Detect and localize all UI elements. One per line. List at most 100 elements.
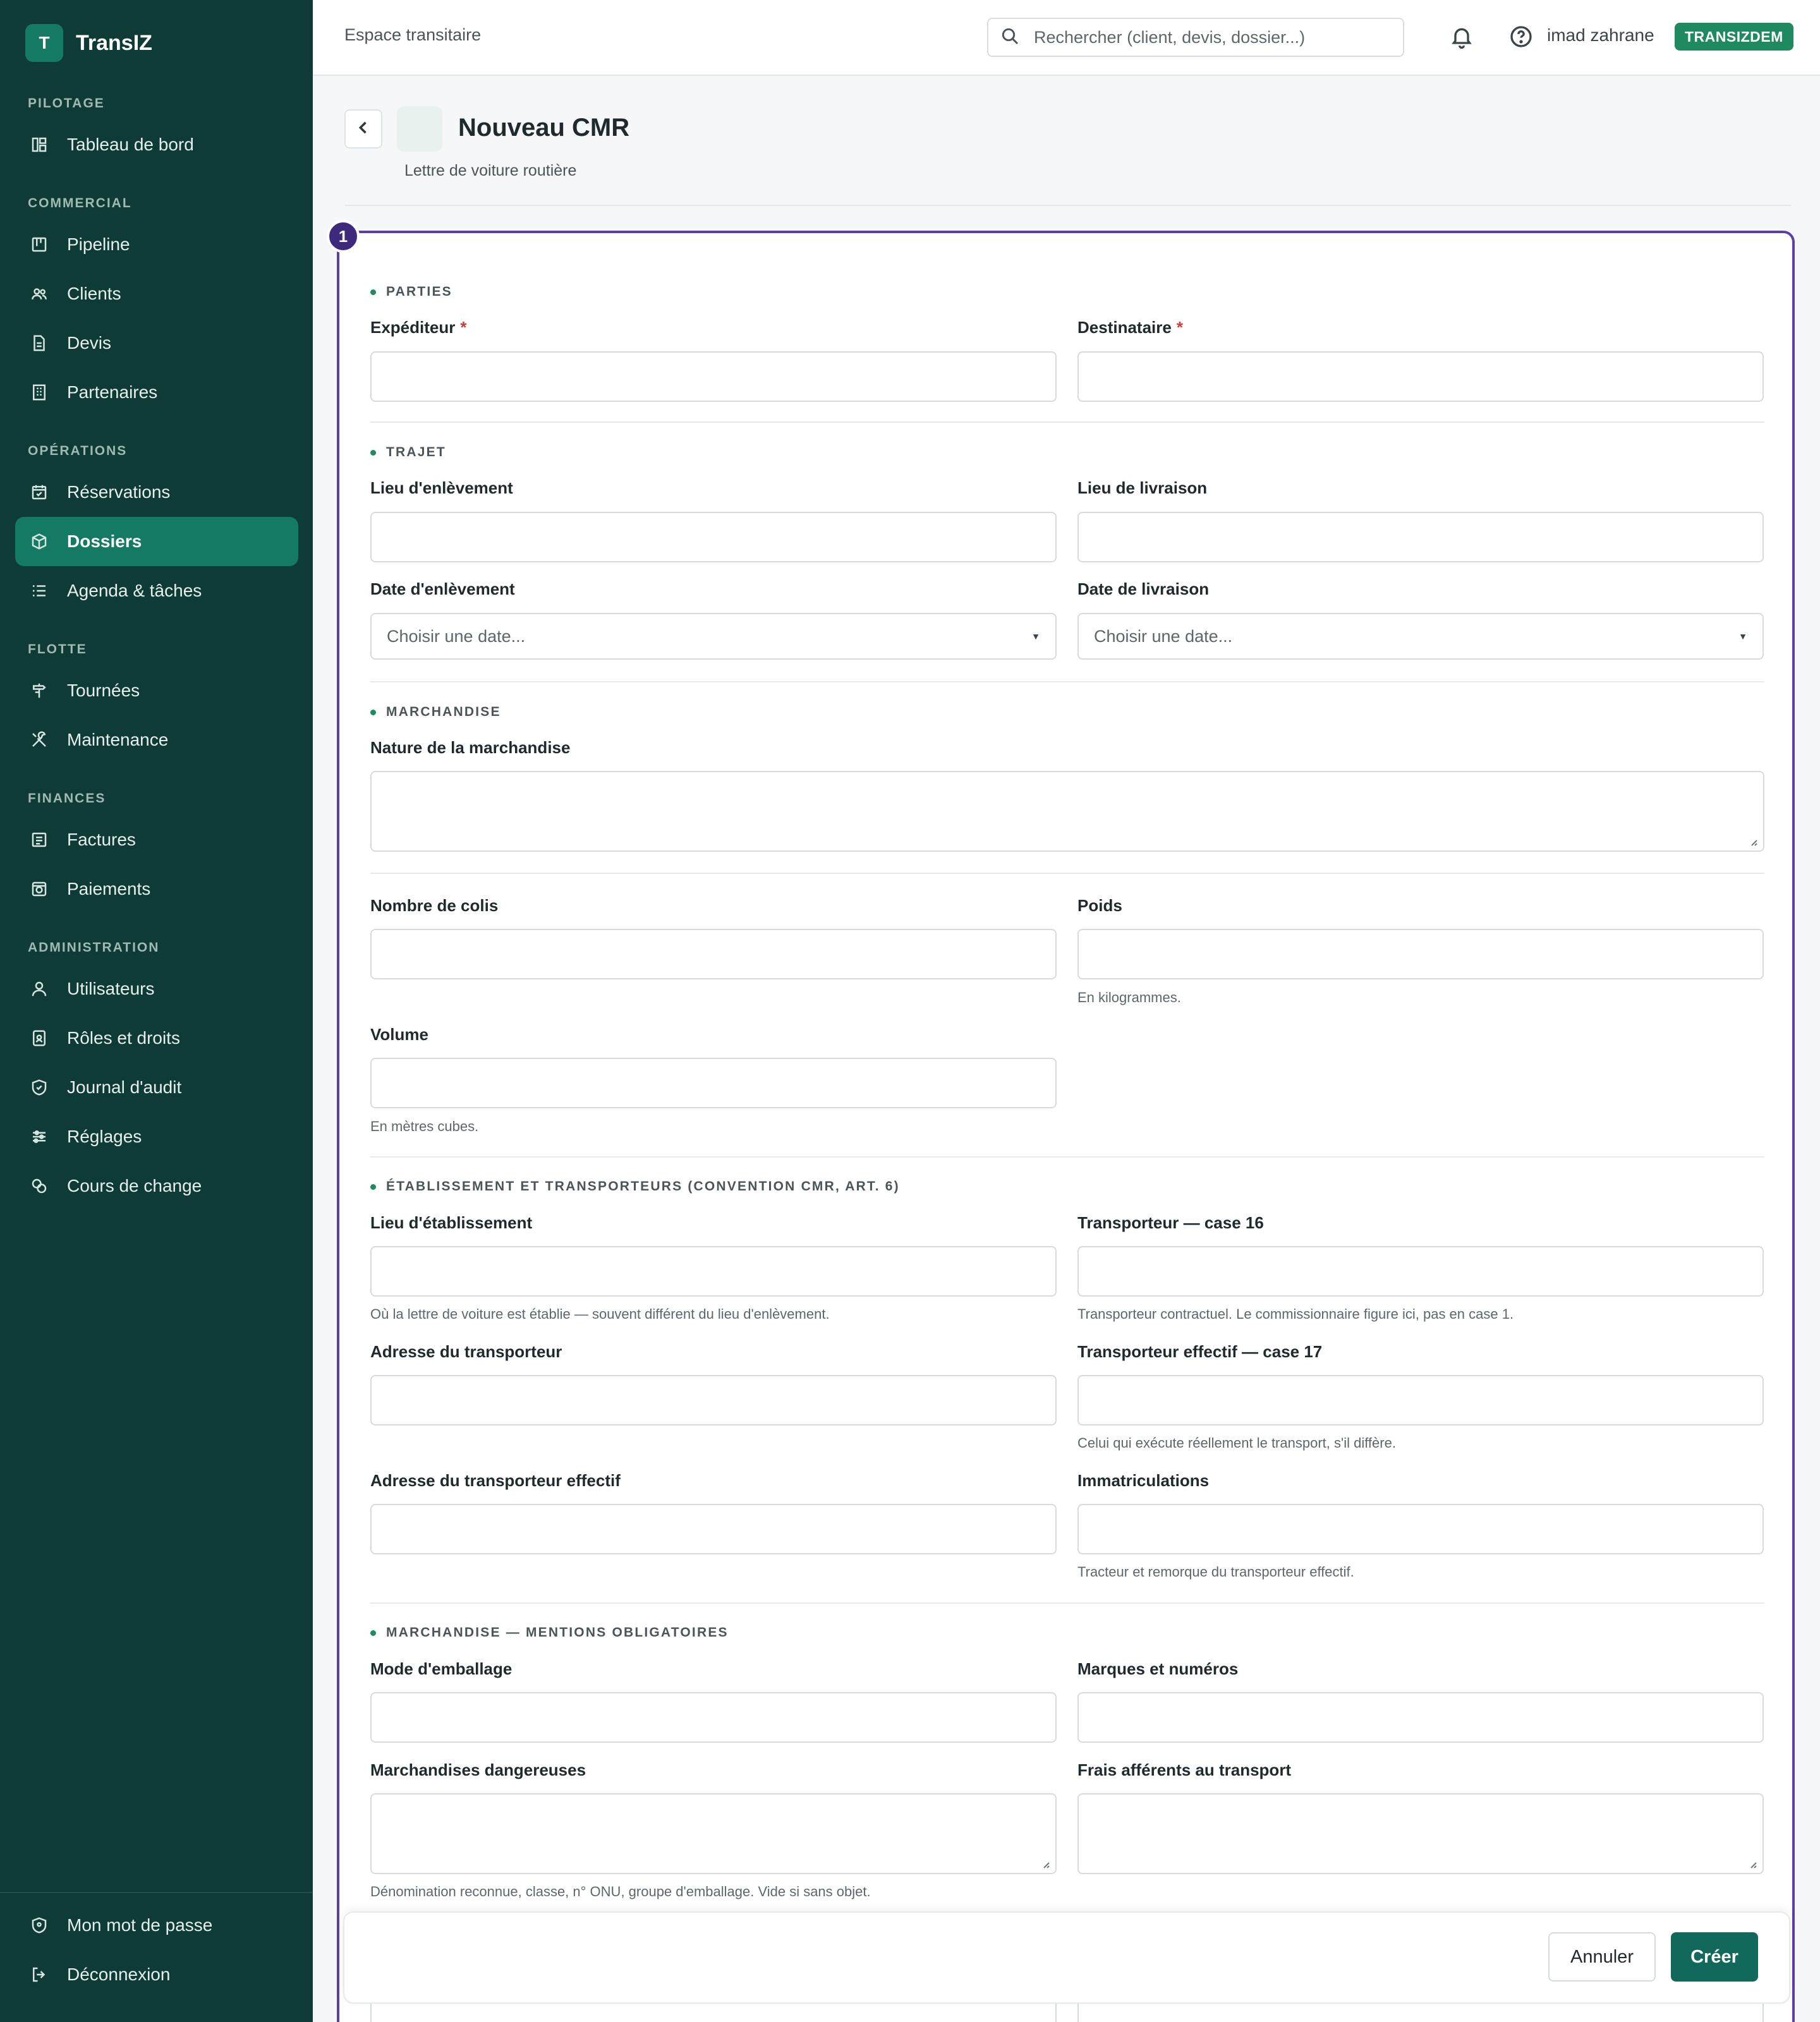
expediteur-input[interactable] <box>370 351 1057 402</box>
section-marchandise: MARCHANDISE <box>370 705 501 720</box>
transporteur-16-hint: Transporteur contractuel. Le commissionn… <box>1077 1306 1514 1322</box>
date-enlevement-picker[interactable]: Choisir une date... ▼ <box>370 613 1057 660</box>
label-immatriculations: Immatriculations <box>1077 1471 1210 1490</box>
back-button[interactable] <box>344 109 382 148</box>
sidebar-item-label: Factures <box>67 830 136 849</box>
sidebar-item-maintenance[interactable]: Maintenance <box>15 715 298 765</box>
transporteur-16-input[interactable] <box>1077 1246 1764 1297</box>
transporteur-17-hint: Celui qui exécute réellement le transpor… <box>1077 1435 1396 1451</box>
resize-grip-icon[interactable] <box>1747 1859 1757 1869</box>
help-icon[interactable] <box>1507 23 1535 51</box>
sidebar-bottom: Mon mot de passe Déconnexion <box>15 1892 298 1999</box>
route-icon <box>29 681 49 701</box>
label-nature: Nature de la marchandise <box>370 738 571 757</box>
adresse-transporteur-effectif-input[interactable] <box>370 1504 1057 1554</box>
sidebar-section-heading: COMMERCIAL <box>28 196 132 210</box>
date-placeholder: Choisir une date... <box>387 626 526 646</box>
coins-icon <box>29 1176 49 1196</box>
create-button[interactable]: Créer <box>1671 1932 1758 1982</box>
list-icon <box>29 581 49 601</box>
lieu-etablissement-input[interactable] <box>370 1246 1057 1297</box>
sidebar-section-heading: ADMINISTRATION <box>28 940 160 955</box>
label-frais: Frais afférents au transport <box>1077 1760 1292 1779</box>
immatriculations-input[interactable] <box>1077 1504 1764 1554</box>
file-icon <box>29 333 49 353</box>
lieu-etablissement-hint: Où la lettre de voiture est établie — so… <box>370 1306 830 1322</box>
required-mark: * <box>1176 318 1183 337</box>
nombre-colis-input[interactable] <box>370 929 1057 979</box>
shield-check-icon <box>29 1077 49 1098</box>
transporteur-17-input[interactable] <box>1077 1375 1764 1426</box>
sidebar-item-devis[interactable]: Devis <box>15 318 298 368</box>
lieu-enlevement-input[interactable] <box>370 512 1057 562</box>
section-divider <box>370 1156 1764 1158</box>
payment-icon <box>29 879 49 899</box>
poids-input[interactable] <box>1077 929 1764 979</box>
sidebar-item-paiements[interactable]: Paiements <box>15 864 298 914</box>
sidebar-section-heading: PILOTAGE <box>28 96 105 111</box>
lieu-livraison-input[interactable] <box>1077 512 1764 562</box>
volume-input[interactable] <box>370 1058 1057 1108</box>
sidebar-item-label: Réservations <box>67 482 171 502</box>
label-adresse-transporteur-effectif: Adresse du transporteur effectif <box>370 1471 621 1490</box>
sidebar-item-label: Utilisateurs <box>67 979 155 998</box>
label-mode-emballage: Mode d'emballage <box>370 1659 513 1678</box>
sidebar-item-d-connexion[interactable]: Déconnexion <box>15 1950 298 1999</box>
sidebar-item-label: Rôles et droits <box>67 1028 180 1048</box>
sidebar-item-r-les-et-droits[interactable]: Rôles et droits <box>15 1014 298 1063</box>
resize-grip-icon[interactable] <box>1040 1859 1050 1869</box>
sidebar-item-label: Agenda & tâches <box>67 581 202 600</box>
badge-icon <box>29 1028 49 1048</box>
sidebar-item-label: Déconnexion <box>67 1964 171 1984</box>
sidebar-item-r-glages[interactable]: Réglages <box>15 1112 298 1161</box>
dashboard-icon <box>29 135 49 155</box>
label-lieu-etablissement: Lieu d'établissement <box>370 1213 533 1232</box>
volume-hint: En mètres cubes. <box>370 1118 479 1134</box>
brand-name: TransIZ <box>76 30 152 55</box>
sidebar-item-tableau-de-bord[interactable]: Tableau de bord <box>15 120 298 169</box>
user-menu[interactable]: imad zahrane <box>1547 25 1654 45</box>
kanban-icon <box>29 234 49 255</box>
date-livraison-picker[interactable]: Choisir une date... ▼ <box>1077 613 1764 660</box>
sidebar-section-heading: FLOTTE <box>28 642 87 657</box>
document-icon <box>397 106 442 152</box>
adresse-transporteur-input[interactable] <box>370 1375 1057 1426</box>
building-icon <box>29 382 49 403</box>
immatriculations-hint: Tracteur et remorque du transporteur eff… <box>1077 1564 1354 1580</box>
sidebar-item-clients[interactable]: Clients <box>15 269 298 318</box>
sidebar-section-heading: FINANCES <box>28 791 106 806</box>
sidebar-item-label: Devis <box>67 333 112 353</box>
sliders-icon <box>29 1127 49 1147</box>
section-mentions: MARCHANDISE — MENTIONS OBLIGATOIRES <box>370 1625 729 1640</box>
sidebar-item-mon-mot-de-passe[interactable]: Mon mot de passe <box>15 1901 298 1950</box>
marques-numeros-input[interactable] <box>1077 1692 1764 1743</box>
search-input[interactable]: Rechercher (client, devis, dossier...) <box>987 18 1404 57</box>
sidebar-item-r-servations[interactable]: Réservations <box>15 468 298 517</box>
sidebar-item-partenaires[interactable]: Partenaires <box>15 368 298 417</box>
sidebar: T TransIZ PILOTAGE Tableau de bord COMMERC… <box>0 0 313 2022</box>
label-dangereuses: Marchandises dangereuses <box>370 1760 586 1779</box>
sidebar-item-factures[interactable]: Factures <box>15 815 298 864</box>
sidebar-item-tourn-es[interactable]: Tournées <box>15 666 298 715</box>
sidebar-item-utilisateurs[interactable]: Utilisateurs <box>15 964 298 1014</box>
cancel-button[interactable]: Annuler <box>1548 1932 1656 1982</box>
sidebar-item-dossiers[interactable]: Dossiers <box>15 517 298 566</box>
sidebar-nav: PILOTAGE Tableau de bord COMMERCIAL Pipelin… <box>15 82 298 1211</box>
resize-grip-icon[interactable] <box>1748 837 1758 847</box>
nature-textarea[interactable] <box>370 771 1764 852</box>
brand[interactable]: T TransIZ <box>25 24 152 62</box>
bell-icon[interactable] <box>1448 23 1476 51</box>
sidebar-item-pipeline[interactable]: Pipeline <box>15 220 298 269</box>
sidebar-item-agenda-t-ches[interactable]: Agenda & tâches <box>15 566 298 615</box>
sidebar-item-cours-de-change[interactable]: Cours de change <box>15 1161 298 1211</box>
workspace-title: Espace transitaire <box>344 25 482 44</box>
label-expediteur: Expéditeur * <box>370 318 467 337</box>
dangereuses-textarea[interactable] <box>370 1793 1057 1874</box>
frais-textarea[interactable] <box>1077 1793 1764 1874</box>
label-destinataire-text: Destinataire <box>1077 318 1172 337</box>
mode-emballage-input[interactable] <box>370 1692 1057 1743</box>
label-lieu-enlevement: Lieu d'enlèvement <box>370 478 513 497</box>
destinataire-input[interactable] <box>1077 351 1764 402</box>
sidebar-item-journal-d-audit[interactable]: Journal d'audit <box>15 1063 298 1112</box>
sidebar-item-label: Cours de change <box>67 1176 202 1196</box>
